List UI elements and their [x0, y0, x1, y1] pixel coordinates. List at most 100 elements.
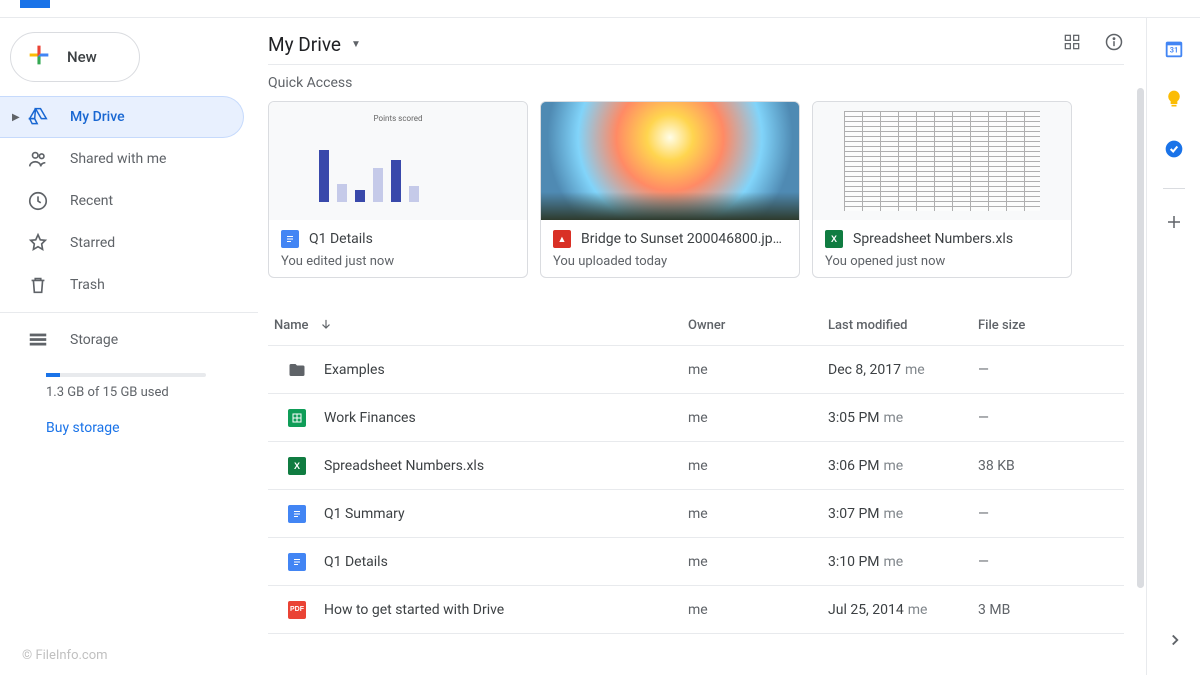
collapse-panel-button[interactable]: [1166, 631, 1184, 653]
pdf-icon: PDF: [288, 601, 306, 619]
file-modified: 3:06 PMme: [828, 458, 978, 474]
file-size: 38 KB: [978, 458, 1118, 474]
sidebar-item-my-drive[interactable]: ▶ My Drive: [0, 96, 244, 138]
file-row[interactable]: Work Finances me3:05 PMme—: [268, 394, 1124, 442]
file-modified: Jul 25, 2014me: [828, 602, 978, 618]
file-modified: 3:10 PMme: [828, 554, 978, 570]
watermark: © FileInfo.com: [22, 648, 108, 663]
sidebar-item-trash[interactable]: Trash: [0, 264, 258, 306]
info-button[interactable]: [1104, 32, 1124, 56]
sidebar-item-storage[interactable]: Storage: [0, 319, 258, 361]
keep-app-button[interactable]: [1163, 88, 1185, 110]
sidebar-item-shared[interactable]: Shared with me: [0, 138, 258, 180]
file-name: Spreadsheet Numbers.xls: [324, 458, 484, 474]
quick-access-card[interactable]: ▲ Bridge to Sunset 200046800.jpeg You up…: [540, 101, 800, 278]
grid-view-button[interactable]: [1062, 32, 1082, 56]
file-list: ExamplesmeDec 8, 2017me—Work Financesme3…: [268, 346, 1124, 634]
add-addon-button[interactable]: [1163, 211, 1185, 233]
divider: [0, 312, 258, 313]
file-row[interactable]: Q1 Details me3:10 PMme—: [268, 538, 1124, 586]
chevron-down-icon: ▼: [351, 39, 361, 50]
column-size[interactable]: File size: [978, 318, 1118, 333]
file-size: —: [978, 506, 1118, 522]
file-owner: me: [688, 458, 828, 474]
drive-logo-icon: [20, 0, 50, 8]
tasks-app-button[interactable]: [1163, 138, 1185, 160]
file-modified: 3:07 PMme: [828, 506, 978, 522]
file-size: —: [978, 554, 1118, 570]
divider: [1163, 188, 1185, 189]
file-row[interactable]: X Spreadsheet Numbers.xls me3:06 PMme38 KB: [268, 442, 1124, 490]
quick-access-title: Bridge to Sunset 200046800.jpeg: [581, 231, 787, 247]
chevron-right-icon: ▶: [12, 112, 24, 123]
file-size: —: [978, 362, 1118, 378]
file-list-header: Name Owner Last modified File size: [268, 306, 1124, 346]
svg-text:31: 31: [1169, 46, 1177, 55]
xls-icon: X: [288, 457, 306, 475]
sidebar-item-label: Recent: [70, 193, 113, 209]
folder-icon: [288, 361, 306, 379]
quick-access-card[interactable]: Points scored Q1 De: [268, 101, 528, 278]
sidebar-item-recent[interactable]: Recent: [0, 180, 258, 222]
sidebar-item-starred[interactable]: Starred: [0, 222, 258, 264]
clock-icon: [26, 189, 50, 213]
quick-access-label: Quick Access: [268, 75, 1124, 91]
main-content: My Drive ▼ Quick Access Points scored: [258, 18, 1146, 675]
drive-icon: [26, 105, 50, 129]
plus-icon: [25, 41, 53, 73]
docs-icon: [281, 230, 299, 248]
quick-access-thumb: Points scored: [269, 102, 527, 220]
storage-bar: [46, 373, 206, 377]
file-name: Examples: [324, 362, 385, 378]
chart-title: Points scored: [295, 114, 501, 123]
image-icon: ▲: [553, 230, 571, 248]
scrollbar-vertical[interactable]: [1137, 88, 1144, 588]
new-button-label: New: [67, 48, 97, 66]
file-row[interactable]: Q1 Summaryme3:07 PMme—: [268, 490, 1124, 538]
quick-access-subtitle: You uploaded today: [553, 254, 787, 269]
file-name: How to get started with Drive: [324, 602, 504, 618]
star-icon: [26, 231, 50, 255]
trash-icon: [26, 273, 50, 297]
file-name: Q1 Details: [324, 554, 388, 570]
file-name: Work Finances: [324, 410, 416, 426]
file-modified: 3:05 PMme: [828, 410, 978, 426]
sheets-icon: [288, 409, 306, 427]
breadcrumb-title: My Drive: [268, 33, 341, 56]
sidebar-item-label: Trash: [70, 277, 105, 293]
file-owner: me: [688, 602, 828, 618]
quick-access-thumb: [813, 102, 1071, 220]
sidebar: New ▶ My Drive Shared with me Recent: [0, 18, 258, 675]
column-name[interactable]: Name: [274, 317, 688, 335]
quick-access-card[interactable]: X Spreadsheet Numbers.xls You opened jus…: [812, 101, 1072, 278]
quick-access-subtitle: You opened just now: [825, 254, 1059, 269]
file-owner: me: [688, 554, 828, 570]
file-owner: me: [688, 506, 828, 522]
new-button[interactable]: New: [10, 32, 140, 82]
file-owner: me: [688, 410, 828, 426]
quick-access-thumb: [541, 102, 799, 220]
side-panel: 31: [1146, 18, 1200, 675]
breadcrumb[interactable]: My Drive ▼: [268, 33, 361, 56]
file-size: —: [978, 410, 1118, 426]
file-row[interactable]: ExamplesmeDec 8, 2017me—: [268, 346, 1124, 394]
sidebar-item-label: Storage: [70, 332, 118, 348]
sidebar-item-label: Starred: [70, 235, 115, 251]
buy-storage-link[interactable]: Buy storage: [46, 420, 258, 436]
file-row[interactable]: PDF How to get started with Drive meJul 25…: [268, 586, 1124, 634]
quick-access-title: Q1 Details: [309, 231, 373, 247]
sidebar-item-label: Shared with me: [70, 151, 166, 167]
shared-icon: [26, 147, 50, 171]
quick-access-row: Points scored Q1 De: [268, 101, 1124, 278]
quick-access-subtitle: You edited just now: [281, 254, 515, 269]
docs-icon: [288, 553, 306, 571]
file-size: 3 MB: [978, 602, 1118, 618]
quick-access-title: Spreadsheet Numbers.xls: [853, 231, 1013, 247]
xls-icon: X: [825, 230, 843, 248]
column-owner[interactable]: Owner: [688, 318, 828, 333]
storage-used-text: 1.3 GB of 15 GB used: [46, 385, 258, 400]
column-modified[interactable]: Last modified: [828, 318, 978, 333]
calendar-app-button[interactable]: 31: [1163, 38, 1185, 60]
storage-icon: [26, 328, 50, 352]
file-modified: Dec 8, 2017me: [828, 362, 978, 378]
